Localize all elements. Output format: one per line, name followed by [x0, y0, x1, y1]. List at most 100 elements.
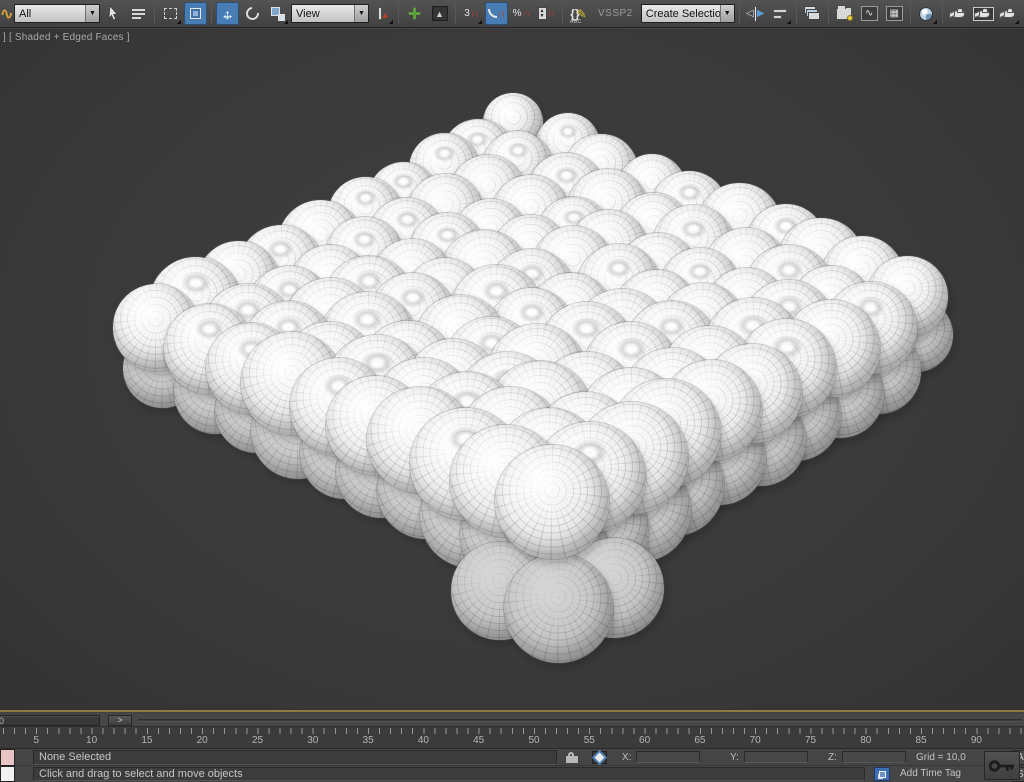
use-pivot-point-center-button[interactable]: ▲ — [371, 2, 394, 25]
chevron-down-icon[interactable]: ▼ — [354, 5, 368, 22]
up-arrow-box-icon: ▲ — [432, 6, 448, 21]
sphere-dimple — [558, 124, 579, 140]
percent-snap-toggle[interactable]: %∩ — [510, 2, 533, 25]
frame-tick-label: 20 — [197, 735, 208, 746]
window-crossing-toggle[interactable] — [184, 2, 207, 25]
move-arrows-icon: ↔↕ — [220, 6, 236, 22]
selection-filter-dropdown[interactable]: All ▼ — [14, 4, 100, 23]
reference-coordinate-system-dropdown[interactable]: View ▼ — [291, 4, 369, 23]
green-cross-icon: ✛ — [408, 5, 421, 23]
y-coordinate-label: Y: — [730, 752, 739, 763]
schematic-view-button[interactable]: ▦ — [883, 2, 906, 25]
material-editor-button[interactable] — [915, 2, 938, 25]
toolbar-separator — [211, 4, 212, 24]
add-time-tag-label[interactable]: Add Time Tag — [900, 768, 961, 779]
sphere-dimple — [518, 302, 546, 323]
chevron-down-icon[interactable]: ▼ — [85, 5, 99, 22]
track-bar[interactable]: 51015202530354045505560657075808590 — [0, 727, 1024, 749]
toolbar-separator — [828, 4, 829, 24]
frame-ticks — [0, 728, 1024, 734]
teapot-icon — [1002, 10, 1015, 18]
align-bars-icon — [773, 9, 787, 19]
toolbar-separator — [942, 4, 943, 24]
layer-manager-button[interactable] — [801, 2, 824, 25]
status-row: None Selected X: Y: Z: Grid = 10,0 Aut — [0, 749, 1024, 766]
frame-tick-label: 80 — [860, 735, 871, 746]
set-keys-button[interactable] — [984, 751, 1020, 780]
time-slider-track[interactable] — [138, 719, 1022, 722]
sphere-scene — [0, 29, 1024, 710]
sphere-dimple — [775, 259, 803, 280]
viewport-shading-label[interactable]: ] [ Shaded + Edged Faces ] — [3, 32, 130, 43]
angle-snap-toggle[interactable]: ∩ — [485, 2, 508, 25]
folder-bulb-icon — [836, 7, 852, 20]
frame-tick-label: 85 — [916, 735, 927, 746]
curve-graph-icon: ∿ — [861, 6, 878, 21]
frame-tick-label: 25 — [252, 735, 263, 746]
rendered-frame-window-button[interactable] — [972, 2, 995, 25]
spinner-icon: ▲▼ — [538, 7, 547, 20]
sphere-dimple — [433, 145, 456, 162]
key-icon — [988, 758, 1016, 774]
render-production-button[interactable] — [997, 2, 1020, 25]
z-coordinate-label: Z: — [828, 752, 837, 763]
frame-tick-label: 5 — [34, 735, 40, 746]
mini-listener-pane[interactable] — [0, 766, 15, 782]
layers-icon — [804, 6, 820, 21]
x-coordinate-field[interactable] — [636, 751, 700, 763]
snaps-toggle-button[interactable]: 3∩ — [460, 2, 483, 25]
macro-recorder-pane[interactable] — [0, 749, 15, 766]
main-toolbar: ∿ All ▼ ↔↕ View — [0, 0, 1024, 28]
selection-status-field: None Selected — [33, 750, 557, 765]
frame-tick-label: 15 — [141, 735, 152, 746]
magnet-icon: ∩ — [548, 8, 556, 20]
mirror-button[interactable]: ◁▶ — [744, 2, 767, 25]
frame-tick-label: 55 — [584, 735, 595, 746]
mirror-icon: ◁▶ — [746, 7, 764, 21]
perspective-viewport[interactable]: ] [ Shaded + Edged Faces ] — [0, 29, 1024, 712]
select-and-move-button[interactable]: ↔↕ — [216, 2, 239, 25]
curve-editor-button[interactable]: ∿ — [858, 2, 881, 25]
select-object-button[interactable] — [102, 2, 125, 25]
sphere-dimple — [507, 142, 529, 159]
select-and-scale-button[interactable] — [266, 2, 289, 25]
edit-named-selection-sets-button[interactable]: {}✎ ABC — [567, 2, 590, 25]
select-and-rotate-button[interactable] — [241, 2, 264, 25]
z-coordinate-field[interactable] — [842, 751, 906, 763]
percent-label: % — [513, 8, 522, 19]
scene-sphere[interactable] — [504, 554, 613, 663]
absolute-mode-toggle[interactable] — [592, 751, 607, 764]
pivot-center-icon: ▲ — [376, 6, 390, 22]
sphere-dimple — [605, 258, 632, 278]
named-selection-sets-dropdown[interactable]: Create Selection Se ▼ — [641, 4, 735, 23]
sphere-dimple — [392, 173, 415, 190]
y-coordinate-field[interactable] — [744, 751, 808, 763]
window-crossing-icon — [190, 8, 201, 19]
scene-sphere[interactable] — [495, 445, 610, 560]
sphere-dimple — [354, 189, 378, 207]
rotate-circle-icon — [243, 4, 261, 22]
angle-arc-icon — [488, 9, 497, 18]
bind-to-space-warp-icon[interactable]: ∿ — [0, 2, 12, 25]
time-slider-handle[interactable]: 0 — [0, 715, 100, 726]
x-coordinate-label: X: — [622, 752, 631, 763]
rectangular-selection-region-button[interactable] — [159, 2, 182, 25]
next-frame-button[interactable]: > — [108, 715, 132, 726]
sphere-dimple — [181, 272, 211, 294]
frame-icon — [973, 7, 994, 21]
selection-lock-icon[interactable] — [566, 752, 578, 763]
select-by-name-button[interactable] — [127, 2, 150, 25]
sphere-dimple — [680, 219, 707, 239]
status-bar: None Selected X: Y: Z: Grid = 10,0 Aut C… — [0, 749, 1024, 782]
chevron-down-icon[interactable]: ▼ — [720, 5, 734, 22]
scene-container-button[interactable] — [833, 2, 856, 25]
grid-setting-label: Grid = 10,0 — [916, 752, 966, 763]
prompt-row: Click and drag to select and move object… — [0, 766, 1024, 782]
render-setup-button[interactable] — [947, 2, 970, 25]
spinner-snap-toggle[interactable]: ▲▼∩ — [535, 2, 558, 25]
align-button[interactable] — [769, 2, 792, 25]
select-and-manipulate-button[interactable]: ✛ — [403, 2, 426, 25]
keyboard-shortcut-override-toggle[interactable]: ▲ — [428, 2, 451, 25]
time-slider[interactable]: 0 > — [0, 714, 1024, 727]
adaptive-degradation-toggle[interactable] — [874, 767, 890, 781]
